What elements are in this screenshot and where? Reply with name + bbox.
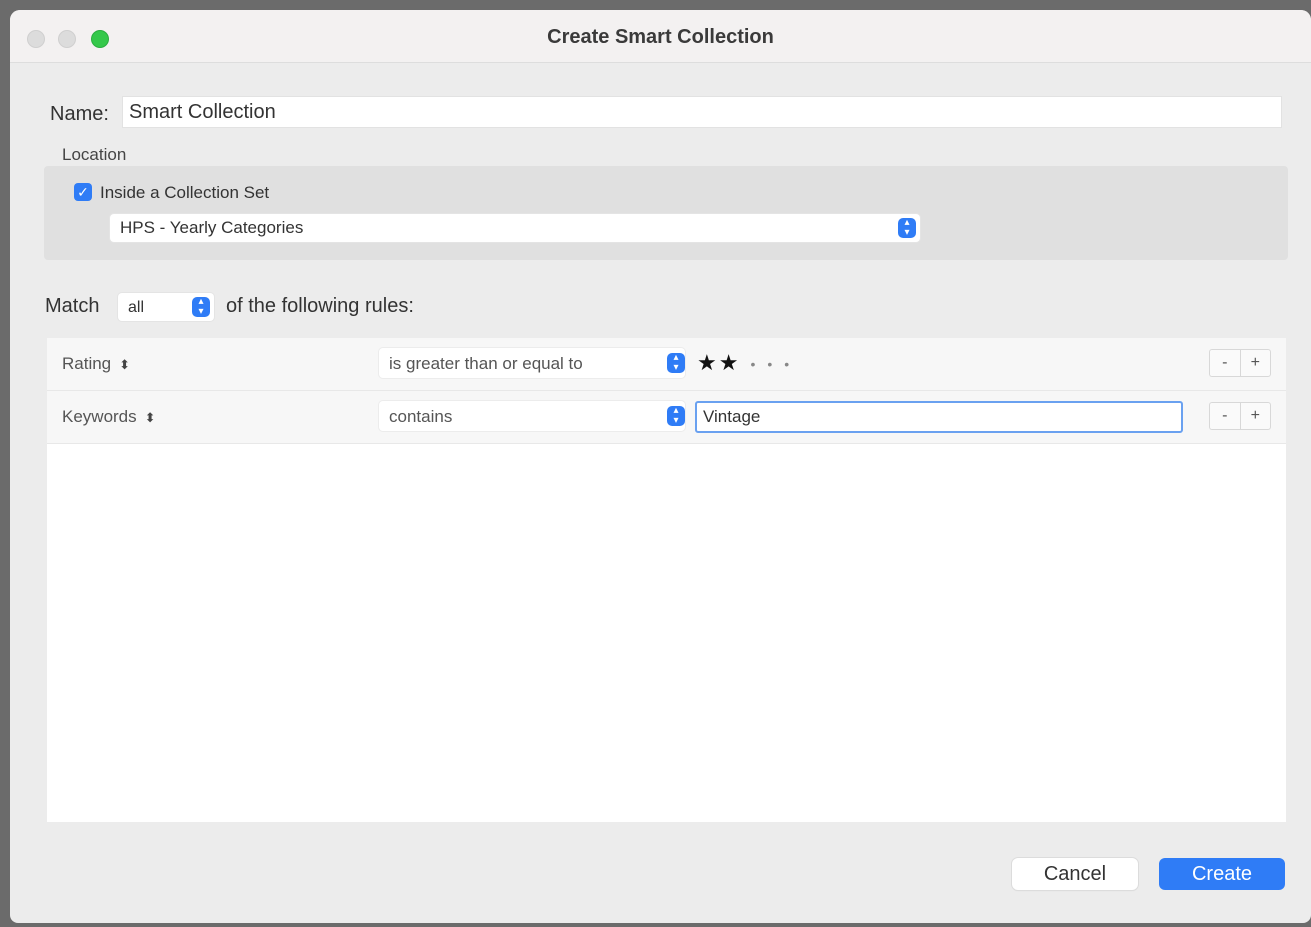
rule-operator-value: contains [389, 407, 453, 426]
rule-add-remove-buttons: - + [1209, 402, 1271, 430]
create-smart-collection-dialog: Create Smart Collection Name: Location ✓… [10, 10, 1311, 923]
add-rule-button[interactable]: + [1239, 349, 1271, 377]
updown-arrows-icon: ⬍ [144, 410, 156, 425]
name-input[interactable] [122, 96, 1282, 128]
rules-list: Rating ⬍ is greater than or equal to ▴ ▾ ★… [47, 338, 1286, 822]
remove-rule-button[interactable]: - [1209, 402, 1240, 430]
dialog-title: Create Smart Collection [547, 26, 774, 48]
select-arrows-icon: ▴ ▾ [667, 406, 685, 426]
star-icon[interactable]: ★ [719, 350, 741, 375]
empty-star-dot-icon[interactable]: • [784, 356, 791, 372]
match-value: all [128, 299, 145, 316]
rule-field-value: Rating [62, 354, 112, 373]
select-arrows-icon: ▴ ▾ [898, 218, 916, 238]
location-label: Location [62, 145, 127, 164]
rule-add-remove-buttons: - + [1209, 349, 1271, 377]
checkmark-icon: ✓ [77, 184, 89, 200]
title-bar: Create Smart Collection [10, 10, 1311, 63]
rule-row: Rating ⬍ is greater than or equal to ▴ ▾ ★… [47, 338, 1286, 391]
star-icon[interactable]: ★ [697, 350, 719, 375]
screen-frame: Create Smart Collection Name: Location ✓… [0, 0, 1311, 927]
empty-star-dot-icon[interactable]: • [767, 356, 774, 372]
empty-star-dot-icon[interactable]: • [750, 356, 757, 372]
rule-field-value: Keywords [62, 407, 137, 426]
location-group: ✓ Inside a Collection Set HPS - Yearly C… [44, 166, 1288, 260]
remove-rule-button[interactable]: - [1209, 349, 1240, 377]
select-arrows-icon: ▴ ▾ [192, 297, 210, 317]
rating-control[interactable]: ★★ • • • [697, 350, 791, 376]
rule-field-select[interactable]: Rating ⬍ [62, 354, 130, 374]
rule-row: Keywords ⬍ contains ▴▾ - + [47, 391, 1286, 444]
keyword-value-input[interactable] [695, 401, 1183, 433]
inside-collection-set-label[interactable]: Inside a Collection Set [100, 183, 269, 203]
inside-collection-set-checkbox[interactable]: ✓ [74, 183, 92, 201]
match-label: Match [45, 295, 100, 317]
create-button[interactable]: Create [1159, 858, 1285, 890]
rule-operator-value: is greater than or equal to [389, 354, 583, 373]
rule-field-select[interactable]: Keywords ⬍ [62, 407, 156, 427]
updown-arrows-icon: ⬍ [119, 357, 131, 372]
collection-set-value: HPS - Yearly Categories [120, 218, 304, 237]
select-arrows-icon: ▴ ▾ [667, 353, 685, 373]
rule-operator-select[interactable]: is greater than or equal to ▴ ▾ [379, 348, 685, 378]
match-suffix-label: of the following rules: [226, 295, 414, 317]
collection-set-select[interactable]: HPS - Yearly Categories ▴ ▾ [110, 214, 920, 242]
cancel-button[interactable]: Cancel [1012, 858, 1138, 890]
rule-operator-select[interactable]: contains ▴ ▾ [379, 401, 685, 431]
add-rule-button[interactable]: + [1239, 402, 1271, 430]
name-label: Name: [50, 103, 109, 125]
match-select[interactable]: all ▴ ▾ [118, 293, 214, 321]
